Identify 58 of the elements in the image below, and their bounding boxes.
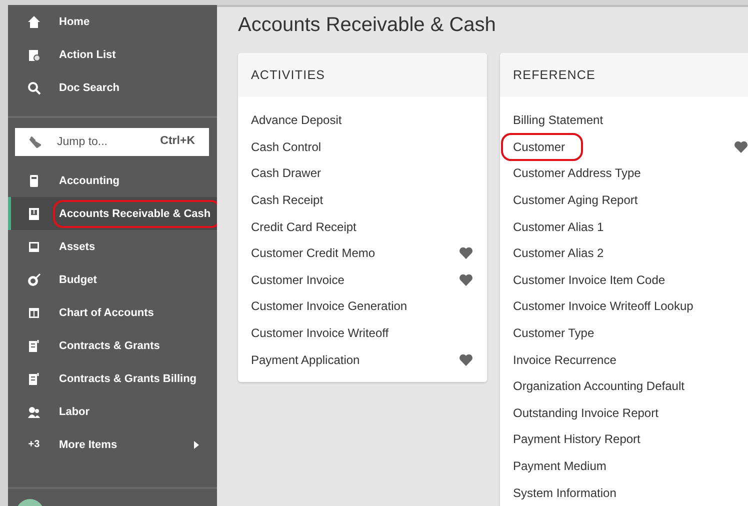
menu-link[interactable]: Customer Alias 1 xyxy=(513,214,604,239)
menu-link[interactable]: Customer xyxy=(501,132,584,161)
plane-icon xyxy=(29,136,41,148)
document-icon xyxy=(27,338,41,352)
menu-link[interactable]: Customer Invoice Generation xyxy=(251,294,408,318)
menu-link[interactable]: Customer Credit Memo xyxy=(251,241,376,266)
monitor-icon xyxy=(27,240,41,254)
menu-link[interactable]: Customer Alias 2 xyxy=(513,241,604,266)
home-icon xyxy=(27,14,41,28)
nav-item[interactable]: +3 More Items xyxy=(8,428,217,461)
menu-link[interactable]: Cash Control xyxy=(251,134,322,159)
menu-link[interactable]: Customer Invoice xyxy=(251,268,344,292)
heart-icon[interactable] xyxy=(459,274,473,286)
document-icon xyxy=(27,372,41,386)
card-title: REFERENCE xyxy=(500,53,748,97)
nav-item[interactable]: Accounting xyxy=(8,164,217,197)
heart-icon[interactable] xyxy=(459,354,473,366)
menu-link[interactable]: Cash Receipt xyxy=(251,188,324,212)
menu-link[interactable]: Customer Type xyxy=(513,321,594,346)
shortcut-hint: Ctrl+K xyxy=(160,135,195,147)
menu-link[interactable]: Customer Invoice Item Code xyxy=(513,268,666,292)
count-label: +3 xyxy=(27,438,41,452)
nav-item[interactable]: Contracts & Grants xyxy=(8,329,217,362)
nav-item[interactable]: Labor xyxy=(8,395,217,428)
nav-item[interactable]: Action List xyxy=(8,38,217,71)
heart-icon[interactable] xyxy=(459,247,473,260)
calculator-icon xyxy=(27,174,41,188)
menu-link[interactable]: Customer Invoice Writeoff xyxy=(251,321,389,346)
table-icon xyxy=(27,306,41,320)
menu-link[interactable]: Customer Invoice Writeoff Lookup xyxy=(513,294,694,318)
clipboard-icon xyxy=(27,48,41,62)
menu-link[interactable]: Billing Statement xyxy=(513,108,604,132)
menu-link[interactable]: Payment Medium xyxy=(513,454,606,478)
nav-item[interactable]: Accounts Receivable & Cash xyxy=(8,197,217,230)
nav-item[interactable]: Budget xyxy=(8,263,217,296)
nav-item[interactable]: Contracts & Grants Billing xyxy=(8,362,217,395)
menu-link[interactable]: Customer Aging Report xyxy=(513,188,638,212)
menu-link[interactable]: Cash Drawer xyxy=(251,161,322,186)
menu-link[interactable]: Advance Deposit xyxy=(251,108,342,132)
people-icon xyxy=(27,404,41,418)
nav-item[interactable]: Chart of Accounts xyxy=(8,296,217,329)
menu-link[interactable]: Organization Accounting Default xyxy=(513,374,684,398)
card-title: ACTIVITIES xyxy=(238,53,487,97)
menu-link[interactable]: Credit Card Receipt xyxy=(251,214,356,239)
menu-link[interactable]: System Information xyxy=(513,480,616,505)
heart-icon[interactable] xyxy=(734,140,748,153)
nav-item[interactable]: Home xyxy=(8,5,217,38)
menu-link[interactable]: Invoice Recurrence xyxy=(513,348,616,372)
inbox-icon xyxy=(27,206,41,220)
menu-link[interactable]: Customer Address Type xyxy=(513,161,641,186)
menu-link[interactable]: Outstanding Invoice Report xyxy=(513,400,658,425)
menu-link[interactable]: Payment History Report xyxy=(513,427,640,452)
target-icon xyxy=(27,272,41,286)
search-icon xyxy=(27,80,41,94)
menu-link[interactable]: Payment Application xyxy=(251,348,360,372)
page-title: Accounts Receivable & Cash xyxy=(238,14,497,37)
nav-item[interactable]: Doc Search xyxy=(8,71,217,104)
nav-item[interactable]: Assets xyxy=(8,230,217,263)
